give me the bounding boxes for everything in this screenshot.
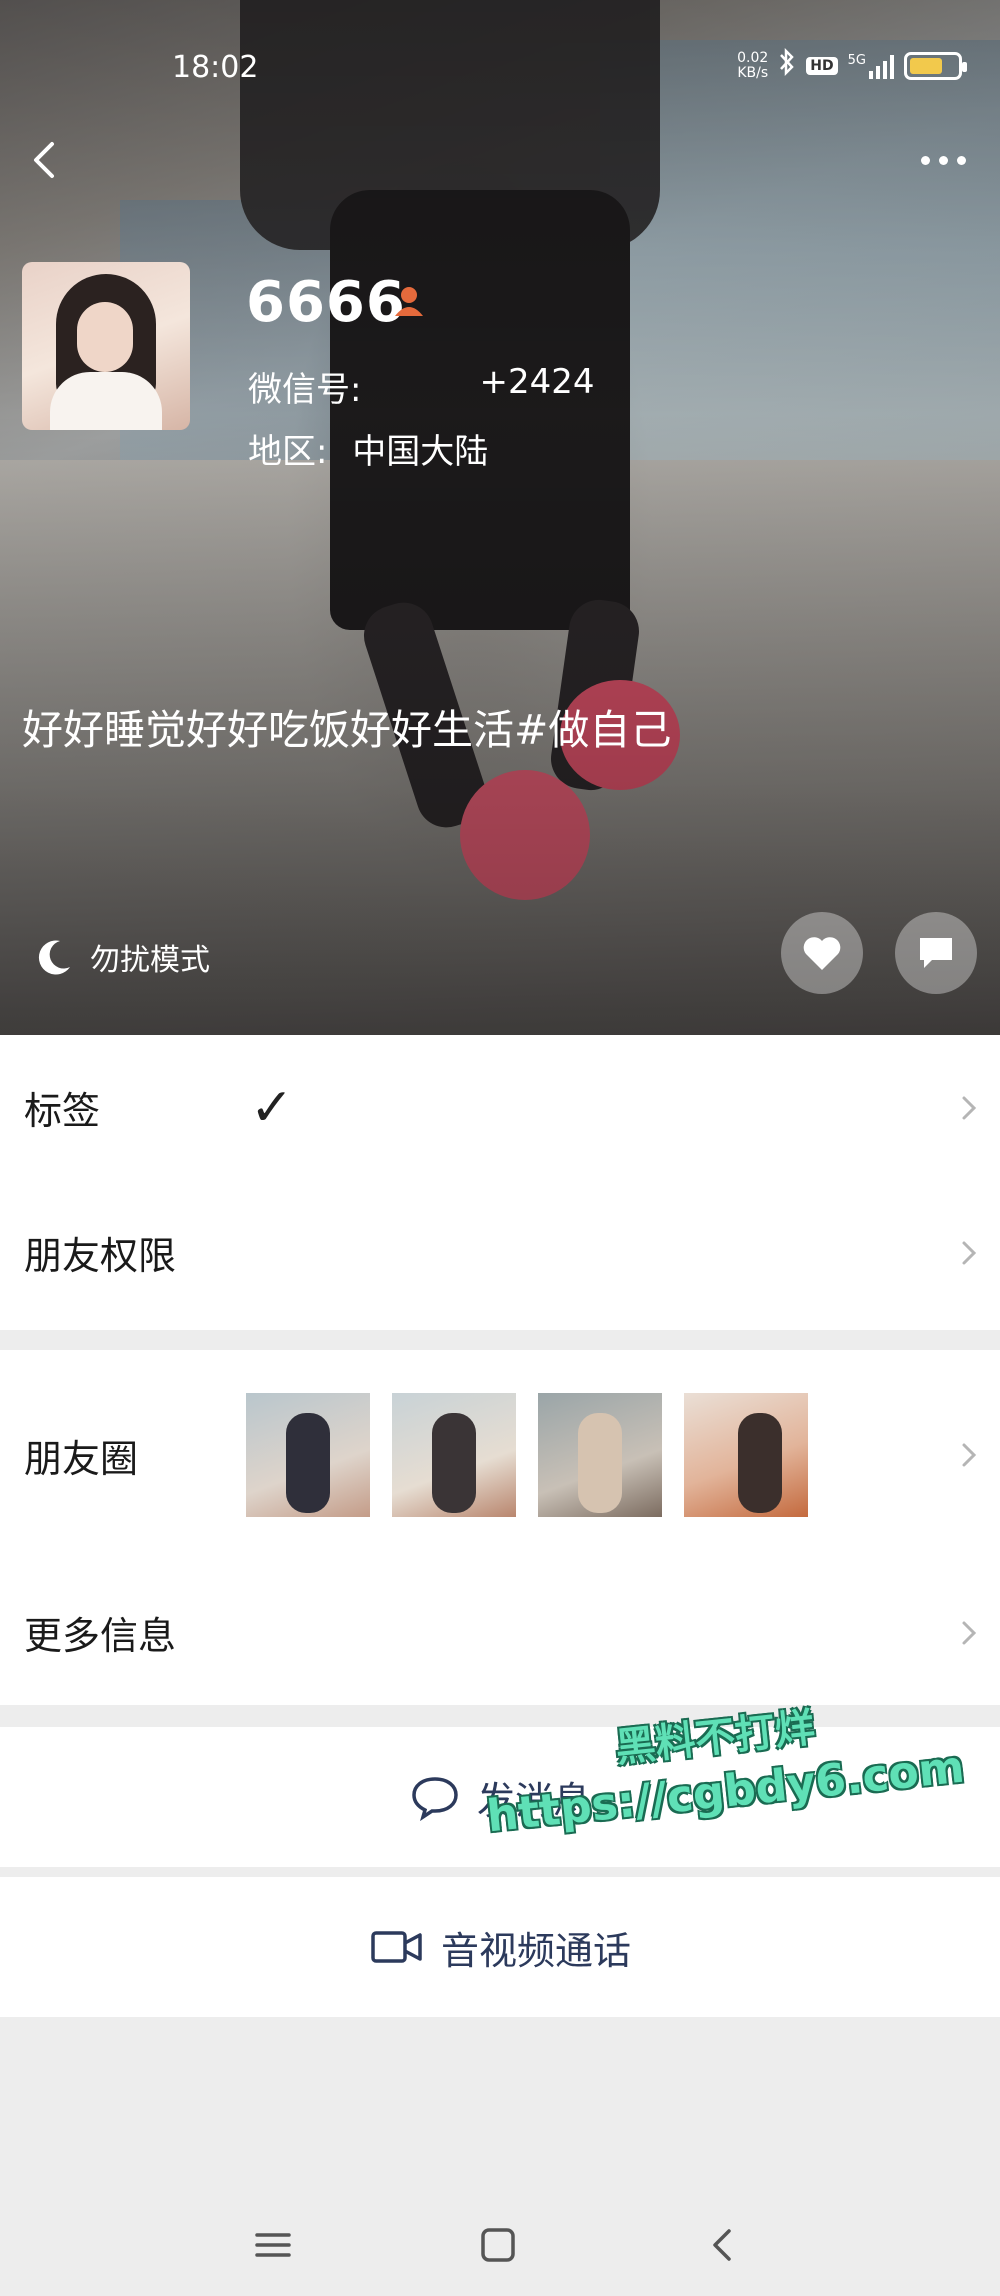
wechat-id-value: +2424 bbox=[479, 362, 595, 402]
system-nav-bar bbox=[0, 2190, 1000, 2296]
status-icons: 0.02 KB/s HD 5G bbox=[737, 47, 967, 83]
more-info-label: 更多信息 bbox=[24, 1614, 177, 1658]
friend-permissions-label: 朋友权限 bbox=[24, 1234, 177, 1278]
video-camera-icon bbox=[371, 1931, 422, 1963]
moments-thumbnail[interactable] bbox=[392, 1393, 516, 1517]
comment-button[interactable] bbox=[895, 912, 977, 994]
female-contact-icon bbox=[395, 287, 423, 316]
tags-label: 标签 bbox=[24, 1089, 101, 1133]
status-bar: 18:02 0.02 KB/s HD 5G bbox=[0, 40, 1000, 100]
tags-row[interactable]: 标签 ✓ bbox=[0, 1035, 1000, 1180]
moon-icon bbox=[38, 940, 70, 975]
region: 地区: 中国大陆 bbox=[248, 424, 488, 473]
cover-photo bbox=[0, 0, 1000, 1035]
status-time: 18:02 bbox=[172, 50, 259, 85]
like-button[interactable] bbox=[781, 912, 863, 994]
menu-icon bbox=[255, 2233, 291, 2257]
nickname: 6666 bbox=[246, 270, 406, 335]
back-nav-button[interactable] bbox=[688, 2210, 758, 2280]
menu-nav-button[interactable] bbox=[238, 2210, 308, 2280]
wechat-id-redacted bbox=[365, 362, 475, 396]
chat-bubble-icon bbox=[412, 1777, 458, 1821]
region-value: 中国大陆 bbox=[352, 432, 489, 472]
more-dot-icon bbox=[920, 155, 930, 165]
hd-icon: HD bbox=[806, 56, 838, 75]
region-label: 地区: bbox=[248, 432, 328, 472]
moments-thumbnail[interactable] bbox=[246, 1393, 370, 1517]
back-triangle-icon bbox=[713, 2229, 731, 2261]
chevron-left-icon bbox=[34, 142, 54, 178]
av-call-button[interactable]: 音视频通话 bbox=[0, 1877, 1000, 2017]
home-square-icon bbox=[481, 2228, 515, 2262]
battery-icon bbox=[904, 51, 967, 80]
more-options-button[interactable] bbox=[908, 135, 978, 185]
more-dot-icon bbox=[956, 155, 966, 165]
bluetooth-icon bbox=[778, 47, 796, 83]
cover-shade bbox=[0, 0, 1000, 1035]
moments-section: 朋友圈 更多信息 bbox=[0, 1350, 1000, 1705]
more-dot-icon bbox=[938, 155, 948, 165]
avatar[interactable] bbox=[22, 262, 190, 430]
comment-icon bbox=[920, 938, 952, 968]
moments-thumbnail[interactable] bbox=[538, 1393, 662, 1517]
chevron-right-icon bbox=[962, 1443, 977, 1467]
chevron-right-icon bbox=[962, 1096, 977, 1119]
wechat-id: 微信号: +2424 bbox=[248, 362, 594, 411]
heart-icon bbox=[803, 937, 841, 970]
personal-signature: 好好睡觉好好吃饭好好生活#做自己 bbox=[22, 706, 672, 754]
av-call-label: 音视频通话 bbox=[440, 1928, 631, 1973]
do-not-disturb: 勿扰模式 bbox=[32, 935, 210, 979]
network-speed: 0.02 KB/s bbox=[737, 49, 769, 81]
dnd-label: 勿扰模式 bbox=[90, 943, 210, 978]
chevron-right-icon bbox=[962, 1621, 977, 1644]
back-button[interactable] bbox=[14, 130, 74, 190]
home-nav-button[interactable] bbox=[463, 2210, 533, 2280]
moments-row[interactable]: 朋友圈 bbox=[0, 1350, 1000, 1560]
info-section: 标签 ✓ 朋友权限 bbox=[0, 1035, 1000, 1330]
check-mark-icon: ✓ bbox=[250, 1077, 294, 1138]
moments-label: 朋友圈 bbox=[24, 1436, 139, 1481]
chevron-right-icon bbox=[962, 1241, 977, 1264]
wechat-id-label: 微信号: bbox=[248, 370, 362, 410]
signal-icon: 5G bbox=[848, 53, 894, 79]
friend-permissions-row[interactable]: 朋友权限 bbox=[0, 1180, 1000, 1325]
moments-thumbnails bbox=[246, 1393, 808, 1517]
more-info-row[interactable]: 更多信息 bbox=[0, 1560, 1000, 1705]
moments-thumbnail[interactable] bbox=[684, 1393, 808, 1517]
